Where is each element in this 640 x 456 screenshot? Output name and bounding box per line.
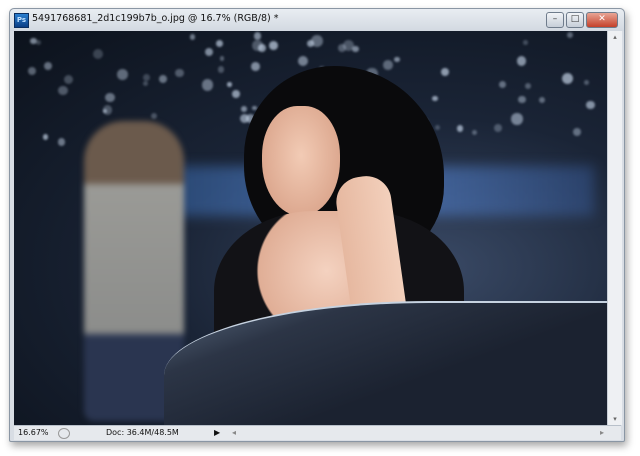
maximize-button[interactable]: □ (566, 12, 584, 28)
scroll-right-arrow[interactable]: ▸ (600, 428, 604, 437)
vertical-scrollbar[interactable]: ▴ ▾ (607, 31, 622, 425)
bokeh-light (383, 60, 394, 71)
bokeh-light (175, 68, 184, 78)
bokeh-light (352, 45, 359, 52)
bokeh-light (143, 80, 149, 86)
bokeh-light (457, 125, 464, 132)
close-button[interactable]: ✕ (586, 12, 618, 28)
bokeh-light (268, 40, 278, 50)
bokeh-light (201, 79, 214, 91)
bokeh-light (583, 80, 590, 86)
bokeh-light (232, 90, 240, 98)
bokeh-light (117, 68, 128, 80)
bokeh-light (518, 95, 526, 104)
bokeh-light (472, 129, 478, 135)
bokeh-light (92, 49, 104, 60)
bokeh-light (29, 37, 37, 45)
bokeh-light (103, 105, 113, 115)
woman-face (262, 106, 340, 216)
bokeh-light (42, 134, 49, 140)
bokeh-light (525, 82, 531, 89)
bokeh-light (158, 75, 167, 84)
bokeh-light (538, 96, 546, 104)
bokeh-light (432, 95, 438, 101)
scroll-left-arrow[interactable]: ◂ (232, 428, 236, 437)
bokeh-light (523, 40, 528, 45)
bokeh-light (27, 66, 37, 76)
bokeh-light (435, 124, 441, 130)
bokeh-light (251, 62, 261, 71)
status-menu-arrow[interactable]: ▶ (214, 428, 220, 437)
bokeh-light (253, 31, 262, 40)
bokeh-light (204, 47, 214, 57)
bokeh-light (150, 112, 157, 119)
bokeh-light (63, 75, 73, 85)
scroll-up-arrow[interactable]: ▴ (608, 31, 622, 43)
bokeh-light (498, 80, 507, 89)
bokeh-light (189, 34, 196, 40)
bokeh-light (511, 113, 523, 125)
document-title: 5491768681_2d1c199b7b_o.jpg @ 16.7% (RGB… (32, 13, 279, 24)
bokeh-light (586, 100, 595, 110)
bokeh-light (311, 34, 324, 47)
bokeh-light (561, 73, 574, 85)
bokeh-light (216, 39, 224, 47)
bokeh-light (516, 56, 526, 66)
bokeh-light (217, 66, 225, 73)
zoom-level-field[interactable]: 16.67% (18, 428, 49, 437)
minimize-button[interactable]: – (546, 12, 564, 28)
bokeh-light (298, 56, 309, 67)
document-window: Ps 5491768681_2d1c199b7b_o.jpg @ 16.7% (… (9, 8, 625, 442)
bokeh-light (572, 128, 581, 137)
photoshop-icon: Ps (14, 13, 29, 28)
status-bar: 16.67% Doc: 36.4M/48.5M ▶ ◂ ▸ (14, 425, 621, 440)
bokeh-light (494, 123, 503, 133)
bokeh-light (57, 138, 66, 146)
doc-size: Doc: 36.4M/48.5M (106, 428, 179, 437)
bokeh-light (441, 68, 449, 76)
bokeh-light (394, 56, 400, 63)
bokeh-light (566, 31, 573, 38)
title-bar[interactable]: Ps 5491768681_2d1c199b7b_o.jpg @ 16.7% (… (10, 9, 624, 31)
bokeh-light (241, 106, 248, 113)
bokeh-light (227, 82, 232, 87)
bokeh-light (252, 40, 263, 51)
bokeh-light (58, 85, 68, 96)
preview-icon[interactable] (58, 428, 70, 439)
bokeh-light (143, 73, 151, 82)
scroll-down-arrow[interactable]: ▾ (608, 413, 622, 425)
bokeh-light (44, 61, 53, 70)
image-canvas[interactable] (14, 31, 607, 425)
bokeh-light (219, 56, 225, 61)
bokeh-light (105, 92, 115, 103)
